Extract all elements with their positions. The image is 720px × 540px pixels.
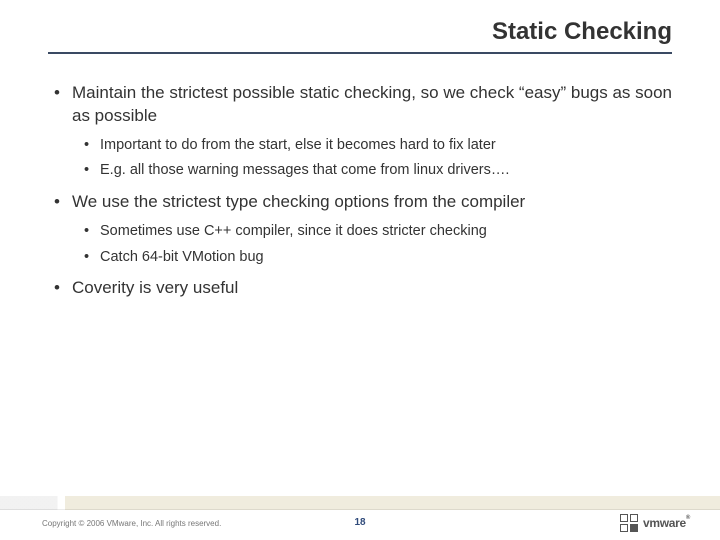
slide: Static Checking Maintain the strictest p…	[0, 0, 720, 540]
sub-bullet-list: Important to do from the start, else it …	[72, 136, 672, 181]
header: Static Checking	[0, 0, 720, 46]
bullet-item: We use the strictest type checking optio…	[54, 191, 672, 267]
vmware-logo: vmware®	[620, 514, 690, 532]
sub-bullet-item: E.g. all those warning messages that com…	[84, 161, 672, 181]
sub-bullet-list: Sometimes use C++ compiler, since it doe…	[72, 222, 672, 267]
slide-title: Static Checking	[48, 18, 672, 46]
content-area: Maintain the strictest possible static c…	[0, 54, 720, 540]
copyright-text: Copyright © 2006 VMware, Inc. All rights…	[42, 519, 221, 528]
sub-bullet-text: Important to do from the start, else it …	[100, 137, 496, 153]
sub-bullet-item: Sometimes use C++ compiler, since it doe…	[84, 222, 672, 242]
sub-bullet-text: E.g. all those warning messages that com…	[100, 162, 509, 178]
bullet-item: Maintain the strictest possible static c…	[54, 82, 672, 181]
sub-bullet-text: Catch 64-bit VMotion bug	[100, 249, 264, 265]
bullet-text: We use the strictest type checking optio…	[72, 192, 525, 211]
sub-bullet-item: Important to do from the start, else it …	[84, 136, 672, 156]
bullet-text: Maintain the strictest possible static c…	[72, 83, 672, 125]
footer-band	[0, 496, 720, 510]
logo-text: vmware®	[643, 516, 690, 530]
bullet-text: Coverity is very useful	[72, 278, 238, 297]
bullet-list: Maintain the strictest possible static c…	[54, 82, 672, 300]
footer: Copyright © 2006 VMware, Inc. All rights…	[0, 504, 720, 540]
sub-bullet-text: Sometimes use C++ compiler, since it doe…	[100, 223, 487, 239]
footer-line	[0, 509, 720, 510]
logo-boxes-icon	[620, 514, 638, 532]
page-number: 18	[354, 517, 365, 528]
sub-bullet-item: Catch 64-bit VMotion bug	[84, 248, 672, 268]
bullet-item: Coverity is very useful	[54, 277, 672, 300]
